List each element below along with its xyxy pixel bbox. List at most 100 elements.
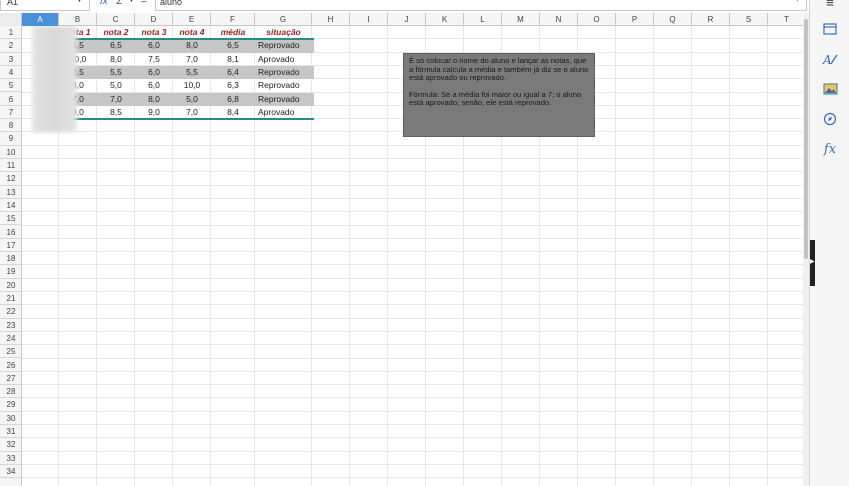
expand-formula-icon[interactable]: ▼	[794, 0, 801, 3]
grade-cell[interactable]: 7,0	[97, 93, 135, 106]
row-header-26[interactable]: 26	[0, 359, 22, 372]
grade-cell[interactable]: 6,5	[97, 39, 135, 52]
grade-cell[interactable]: 10,0	[173, 79, 211, 92]
column-header-k[interactable]: K	[426, 13, 464, 26]
menu-icon[interactable]: ≡	[822, 0, 838, 11]
grade-cell[interactable]: 6,3	[211, 79, 255, 92]
column-header-p[interactable]: P	[616, 13, 654, 26]
navigator-icon[interactable]	[822, 112, 838, 128]
row-header-3[interactable]: 3	[0, 53, 22, 66]
row-header-22[interactable]: 22	[0, 305, 22, 319]
properties-icon[interactable]	[822, 22, 838, 38]
grade-cell[interactable]: 8,0	[97, 53, 135, 66]
styles-icon[interactable]: A	[822, 52, 838, 68]
grade-cell[interactable]: 6,4	[211, 66, 255, 79]
formula-icon[interactable]: =	[141, 0, 147, 7]
comment-text: É só colocar o nome do aluno e lançar as…	[409, 56, 589, 83]
row-header-18[interactable]: 18	[0, 252, 22, 266]
column-header-r[interactable]: R	[692, 13, 730, 26]
grade-cell[interactable]: 5,5	[97, 66, 135, 79]
column-header-a[interactable]: A	[22, 13, 59, 26]
grade-cell[interactable]: 6,5	[211, 39, 255, 52]
row-header-21[interactable]: 21	[0, 292, 22, 306]
grade-cell[interactable]: 8,0	[173, 39, 211, 52]
function-wizard-icon[interactable]: fx	[100, 0, 108, 7]
row-header-27[interactable]: 27	[0, 372, 22, 386]
row-header-20[interactable]: 20	[0, 279, 22, 292]
column-header-n[interactable]: N	[540, 13, 578, 26]
row-header-14[interactable]: 14	[0, 199, 22, 213]
chevron-down-icon[interactable]: ▼	[128, 0, 135, 4]
grade-cell[interactable]: 7,0	[173, 53, 211, 66]
column-header-c[interactable]: C	[97, 13, 135, 26]
row-header-28[interactable]: 28	[0, 385, 22, 399]
column-header-m[interactable]: M	[502, 13, 540, 26]
row-header-1[interactable]: 1	[0, 26, 22, 40]
column-header-h[interactable]: H	[312, 13, 350, 26]
scrollbar-thumb[interactable]	[804, 19, 808, 259]
row-header-4[interactable]: 4	[0, 66, 22, 80]
select-all-corner[interactable]	[0, 13, 22, 26]
grade-cell[interactable]: 6,0	[135, 39, 173, 52]
grade-cell[interactable]: 5,0	[173, 93, 211, 106]
column-header-j[interactable]: J	[388, 13, 426, 26]
row-header-19[interactable]: 19	[0, 265, 22, 279]
row-header-17[interactable]: 17	[0, 239, 22, 253]
column-header-q[interactable]: Q	[654, 13, 692, 26]
row-header-15[interactable]: 15	[0, 212, 22, 226]
row-header-2[interactable]: 2	[0, 39, 22, 53]
row-header-30[interactable]: 30	[0, 412, 22, 425]
column-header-s[interactable]: S	[730, 13, 768, 26]
gridline-horizontal	[22, 437, 803, 439]
row-header-34[interactable]: 34	[0, 465, 22, 479]
column-header-l[interactable]: L	[464, 13, 502, 26]
grade-cell[interactable]: 5,5	[173, 66, 211, 79]
column-header-d[interactable]: D	[135, 13, 173, 26]
column-header-g[interactable]: G	[255, 13, 312, 26]
row-header-9[interactable]: 9	[0, 132, 22, 146]
status-cell[interactable]: Reprovado	[255, 39, 312, 52]
column-header-e[interactable]: E	[173, 13, 211, 26]
formula-input[interactable]: aluno	[155, 0, 807, 11]
row-header-12[interactable]: 12	[0, 172, 22, 186]
row-header-32[interactable]: 32	[0, 438, 22, 452]
row-header-8[interactable]: 8	[0, 119, 22, 133]
sum-icon[interactable]: Σ	[116, 0, 122, 7]
column-header-b[interactable]: B	[59, 13, 97, 26]
row-header-7[interactable]: 7	[0, 106, 22, 120]
gridline-vertical	[729, 26, 730, 486]
status-cell[interactable]: Reprovado	[255, 66, 312, 79]
grade-cell[interactable]: 6,0	[135, 79, 173, 92]
functions-icon[interactable]: fx	[822, 142, 838, 158]
row-header-23[interactable]: 23	[0, 319, 22, 332]
column-header-f[interactable]: F	[211, 13, 255, 26]
row-header-13[interactable]: 13	[0, 186, 22, 199]
chevron-down-icon[interactable]: ▼	[76, 0, 83, 4]
status-cell[interactable]: Aprovado	[255, 53, 312, 66]
row-header-24[interactable]: 24	[0, 332, 22, 346]
table-header-border	[59, 38, 314, 40]
column-header-t[interactable]: T	[768, 13, 806, 26]
grade-cell[interactable]: 6,8	[211, 93, 255, 106]
row-header-5[interactable]: 5	[0, 79, 22, 93]
gallery-icon[interactable]	[822, 82, 838, 98]
grade-cell[interactable]: 8,0	[135, 93, 173, 106]
column-header-o[interactable]: O	[578, 13, 616, 26]
grade-cell[interactable]: 6,0	[135, 66, 173, 79]
grade-cell[interactable]: 7,5	[135, 53, 173, 66]
status-cell[interactable]: Reprovado	[255, 93, 312, 106]
cell-grid[interactable]: nota 1 nota 2 nota 3 nota 4 média situação 5,5…	[22, 26, 803, 486]
column-header-i[interactable]: I	[350, 13, 388, 26]
row-header-16[interactable]: 16	[0, 226, 22, 239]
row-header-6[interactable]: 6	[0, 93, 22, 106]
row-header-29[interactable]: 29	[0, 398, 22, 412]
row-header-11[interactable]: 11	[0, 159, 22, 173]
row-header-33[interactable]: 33	[0, 452, 22, 465]
row-header-10[interactable]: 10	[0, 146, 22, 159]
row-header-31[interactable]: 31	[0, 425, 22, 439]
comment-note[interactable]: É só colocar o nome do aluno e lançar as…	[403, 53, 595, 137]
grade-cell[interactable]: 5,0	[97, 79, 135, 92]
row-header-25[interactable]: 25	[0, 345, 22, 359]
status-cell[interactable]: Reprovado	[255, 79, 312, 92]
grade-cell[interactable]: 8,1	[211, 53, 255, 66]
